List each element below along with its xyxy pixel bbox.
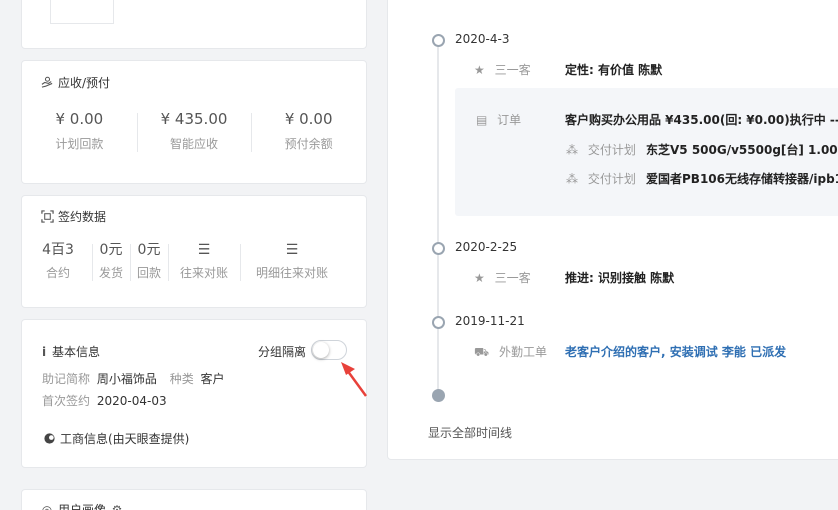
stat-contracts[interactable]: 4百3 合约 bbox=[24, 240, 92, 281]
content-text: 识别接触 陈默 bbox=[598, 271, 675, 285]
type-label: 种类 bbox=[169, 372, 194, 386]
portrait-card: ◎ 用户画像 ⚙ bbox=[21, 489, 367, 510]
timeline-content-link[interactable]: 老客户介绍的客户, 安装调试 李能 已派发 bbox=[565, 343, 786, 360]
gear-icon[interactable]: ⚙ bbox=[110, 503, 124, 510]
portrait-title-row: ◎ 用户画像 ⚙ bbox=[40, 501, 124, 510]
stat-detail-reconciliation[interactable]: ☰ 明细往来对账 bbox=[240, 240, 344, 281]
stat-label: 发货 bbox=[98, 266, 123, 280]
contract-card: 签约数据 4百3 合约 0元 发货 0元 回款 ☰ 往来对账 ☰ 明细往来对账 bbox=[21, 195, 367, 308]
type-value: 客户 bbox=[200, 372, 225, 386]
receivable-title: 应收/预付 bbox=[58, 76, 111, 90]
stat-payment[interactable]: 0元 回款 bbox=[130, 240, 168, 281]
alias-value: 周小福饰品 bbox=[96, 372, 157, 386]
basic-info-card: i 基本信息 分组隔离 助记简称 周小福饰品 种类 客户 首次签约 2020-0… bbox=[21, 319, 367, 468]
alias-row: 助记简称 周小福饰品 种类 客户 bbox=[42, 370, 225, 387]
stat-label: 明细往来对账 bbox=[255, 266, 328, 280]
first-sign-value: 2020-04-03 bbox=[96, 394, 167, 408]
stat-value: 0元 bbox=[99, 242, 123, 258]
contract-title-row: 签约数据 bbox=[40, 208, 106, 225]
stat-label: 智能应收 bbox=[170, 137, 219, 151]
timeline-dot bbox=[432, 242, 445, 255]
stat-smart-receivable[interactable]: ¥ 435.00 智能应收 bbox=[136, 109, 252, 152]
timeline-tag-row: ★ 三一客 bbox=[474, 61, 531, 78]
stat-value: ¥ 0.00 bbox=[284, 110, 333, 128]
stat-value: 4百3 bbox=[42, 242, 74, 258]
stat-label: 往来对账 bbox=[179, 266, 228, 280]
basic-title-row: i 基本信息 bbox=[40, 343, 100, 360]
business-info-link[interactable]: 工商信息(由天眼查提供) bbox=[42, 430, 189, 447]
first-sign-label: 首次签约 bbox=[42, 394, 91, 408]
portrait-title: 用户画像 bbox=[58, 503, 107, 510]
plan-label-row: ⁂ 交付计划 bbox=[566, 170, 636, 187]
contract-stats: 4百3 合约 0元 发货 0元 回款 ☰ 往来对账 ☰ 明细往来对账 bbox=[24, 240, 344, 281]
first-sign-row: 首次签约 2020-04-03 bbox=[42, 392, 167, 409]
timeline-tag-row: ⛟ 外勤工单 bbox=[474, 343, 547, 361]
timeline-tag: 外勤工单 bbox=[498, 345, 547, 359]
basic-title: 基本信息 bbox=[52, 345, 101, 359]
stat-planned-payment[interactable]: ¥ 0.00 计划回款 bbox=[22, 109, 137, 152]
stat-label: 合约 bbox=[45, 266, 70, 280]
stat-value: 0元 bbox=[137, 242, 161, 258]
order-label: 订单 bbox=[497, 113, 522, 127]
info-icon: i bbox=[41, 344, 47, 359]
timeline-tag: 三一客 bbox=[494, 271, 531, 285]
alias-label: 助记简称 bbox=[42, 372, 91, 386]
red-arrow-annotation bbox=[341, 362, 368, 397]
plan-text[interactable]: 爱国者PB106无线存储转接器/ipb1 bbox=[646, 170, 838, 187]
timeline-date: 2020-4-3 bbox=[455, 32, 510, 46]
hand-coin-icon bbox=[40, 76, 54, 90]
receivable-title-row: 应收/预付 bbox=[40, 74, 110, 91]
content-text: 有价值 陈默 bbox=[598, 63, 663, 77]
timeline-dot bbox=[432, 316, 445, 329]
plan-label-row: ⁂ 交付计划 bbox=[566, 141, 636, 158]
timeline-end-dot bbox=[432, 389, 445, 402]
portrait-icon: ◎ bbox=[41, 502, 53, 510]
timeline-tag-row: ★ 三一客 bbox=[474, 269, 531, 286]
group-isolation-label: 分组隔离 bbox=[258, 345, 307, 359]
contract-scan-icon bbox=[40, 210, 54, 224]
stat-label: 计划回款 bbox=[55, 137, 104, 151]
tianyancha-icon bbox=[42, 432, 56, 446]
content-label: 推进: bbox=[565, 271, 594, 285]
car-icon: ⛟ bbox=[474, 345, 490, 359]
stat-shipment[interactable]: 0元 发货 bbox=[92, 240, 130, 281]
order-text[interactable]: 客户购买办公用品 ¥435.00(回: ¥0.00)执行中 -- bbox=[565, 111, 838, 128]
receivable-stats: ¥ 0.00 计划回款 ¥ 435.00 智能应收 ¥ 0.00 预付余额 bbox=[22, 109, 366, 152]
plan-label: 交付计划 bbox=[587, 143, 636, 157]
cubes-icon: ⁂ bbox=[566, 172, 578, 186]
stat-value: ¥ 0.00 bbox=[55, 110, 104, 128]
list-icon: ☰ bbox=[197, 242, 211, 258]
star-icon: ★ bbox=[474, 63, 485, 77]
stat-label: 预付余额 bbox=[284, 137, 333, 151]
image-placeholder bbox=[50, 0, 114, 24]
content-label: 定性: bbox=[565, 63, 594, 77]
toggle-knob bbox=[313, 342, 329, 358]
plan-text[interactable]: 东芝V5 500G/v5500g[台] 1.00 20 bbox=[646, 141, 838, 158]
star-icon: ★ bbox=[474, 271, 485, 285]
stat-reconciliation[interactable]: ☰ 往来对账 bbox=[168, 240, 240, 281]
stat-prepaid-balance[interactable]: ¥ 0.00 预付余额 bbox=[251, 109, 366, 152]
plan-label: 交付计划 bbox=[587, 172, 636, 186]
receivable-card: 应收/预付 ¥ 0.00 计划回款 ¥ 435.00 智能应收 ¥ 0.00 预… bbox=[21, 60, 367, 184]
timeline-tag: 三一客 bbox=[494, 63, 531, 77]
timeline-content[interactable]: 推进: 识别接触 陈默 bbox=[565, 269, 674, 286]
contract-title: 签约数据 bbox=[58, 210, 107, 224]
stat-value: ¥ 435.00 bbox=[160, 110, 228, 128]
show-all-timeline-link[interactable]: 显示全部时间线 bbox=[428, 424, 512, 441]
timeline-date: 2020-2-25 bbox=[455, 240, 518, 254]
timeline-line bbox=[437, 47, 439, 397]
document-icon: ▤ bbox=[476, 113, 488, 127]
stat-label: 回款 bbox=[136, 266, 161, 280]
business-info-text: 工商信息(由天眼查提供) bbox=[60, 432, 190, 446]
order-label-row: ▤ 订单 bbox=[476, 111, 521, 128]
list-icon: ☰ bbox=[285, 242, 299, 258]
timeline-content[interactable]: 定性: 有价值 陈默 bbox=[565, 61, 662, 78]
cubes-icon: ⁂ bbox=[566, 143, 578, 157]
group-isolation-toggle[interactable] bbox=[311, 340, 347, 360]
timeline-dot bbox=[432, 34, 445, 47]
timeline-date: 2019-11-21 bbox=[455, 314, 525, 328]
top-card bbox=[21, 0, 367, 49]
